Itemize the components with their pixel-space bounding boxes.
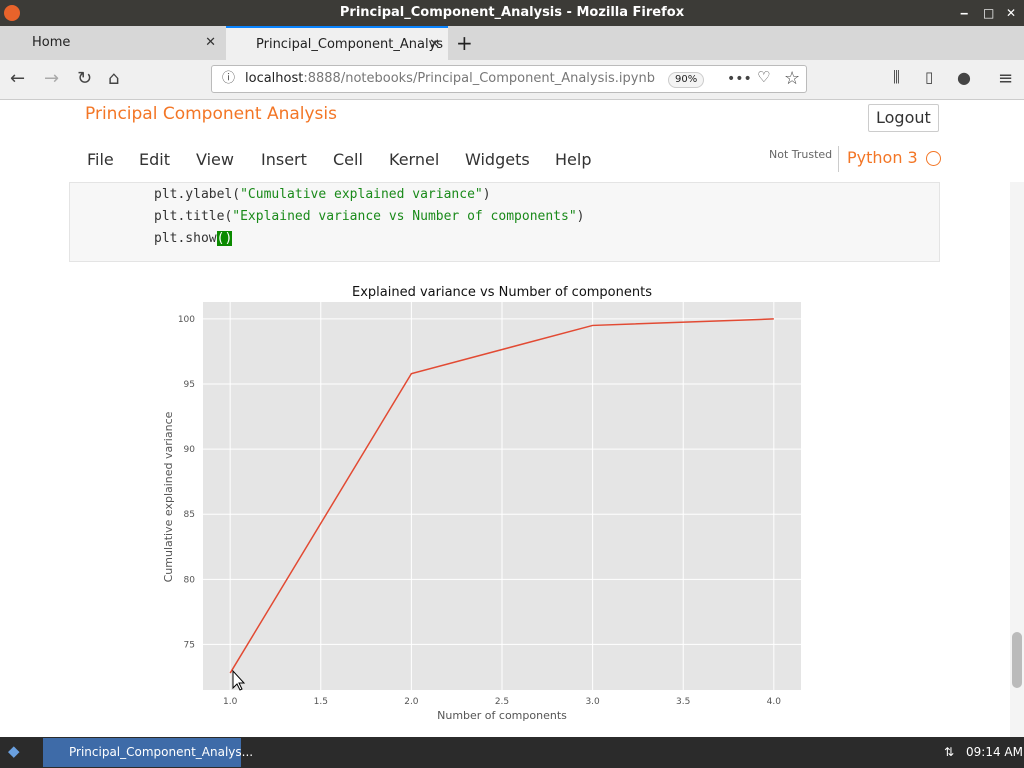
y-tick-label: 90 xyxy=(184,445,196,455)
line-chart: Explained variance vs Number of componen… xyxy=(162,285,801,722)
y-tick-label: 85 xyxy=(184,510,195,520)
chart-title: Explained variance vs Number of componen… xyxy=(352,285,652,300)
taskbar: ◆ Principal_Component_Analys... ⇅ 09:14 … xyxy=(0,737,1024,768)
y-tick-label: 95 xyxy=(184,380,195,390)
x-axis-label: Number of components xyxy=(437,709,567,722)
x-tick-label: 2.0 xyxy=(404,697,419,707)
y-tick-label: 80 xyxy=(184,575,196,585)
taskbar-app-firefox[interactable]: Principal_Component_Analys... xyxy=(43,738,253,767)
start-menu-icon[interactable]: ◆ xyxy=(8,742,20,760)
x-tick-label: 3.5 xyxy=(676,697,690,707)
taskbar-app-label: Principal_Component_Analys... xyxy=(69,745,254,759)
scrollbar-thumb[interactable] xyxy=(1012,632,1022,688)
network-icon[interactable]: ⇅ xyxy=(944,745,954,759)
y-axis-label: Cumulative explained variance xyxy=(162,411,175,582)
x-tick-label: 4.0 xyxy=(767,697,782,707)
clock: 09:14 AM xyxy=(966,745,1023,759)
y-tick-label: 100 xyxy=(178,315,195,325)
x-tick-label: 2.5 xyxy=(495,697,509,707)
x-tick-label: 1.5 xyxy=(314,697,328,707)
x-tick-label: 1.0 xyxy=(223,697,238,707)
scrollbar[interactable] xyxy=(1010,182,1024,737)
y-tick-label: 75 xyxy=(184,640,195,650)
x-tick-label: 3.0 xyxy=(585,697,600,707)
